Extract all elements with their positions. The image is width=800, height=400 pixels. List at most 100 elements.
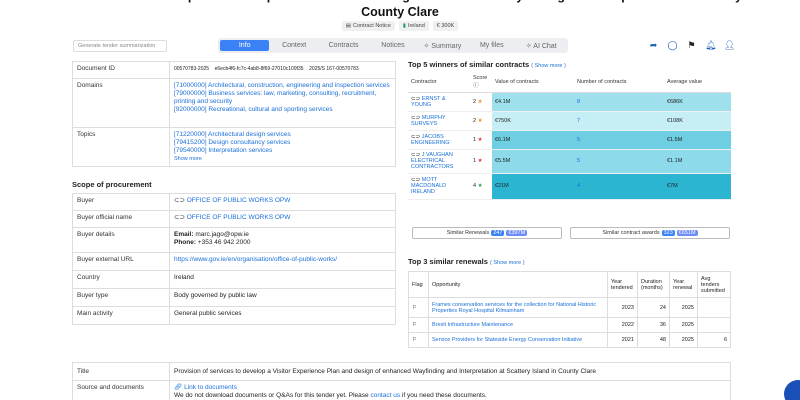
- score-value: 2: [473, 117, 477, 124]
- contact-us-link[interactable]: contact us: [370, 392, 400, 399]
- col-duration: Duration (months): [637, 271, 670, 298]
- winners-show-more[interactable]: ( Show more ): [531, 63, 566, 69]
- ai-icon: ✧: [525, 42, 532, 50]
- star-icon: ★: [477, 98, 483, 105]
- value-cell: €21M: [492, 173, 574, 200]
- table-row[interactable]: ⊂⊃ MURPHY SURVEYS 2 ★ €750K 7 €108K: [408, 111, 731, 131]
- topic-item[interactable]: [79540000] Interpretation services: [174, 147, 391, 155]
- avg-cell: €1.1M: [664, 149, 731, 174]
- table-row[interactable]: ⊂⊃ MOTT MACDONALD IRELAND 4 ★ €21M 4 €7M: [408, 173, 731, 200]
- flag-icon[interactable]: ⚐: [408, 317, 429, 333]
- opportunity-link[interactable]: Service Providers for Stateside Energy C…: [428, 332, 608, 348]
- domain-item[interactable]: [92000000] Recreational, cultural and sp…: [174, 106, 391, 114]
- tab-ai-chat[interactable]: ✧ AI Chat: [517, 40, 566, 52]
- phone-value: +353 46 942 2000: [197, 239, 251, 246]
- count-cell[interactable]: 5: [574, 130, 664, 150]
- country-value: Ireland: [169, 270, 396, 289]
- table-row: ⚐ Frames conservation services for the c…: [408, 297, 731, 318]
- generate-summary-button[interactable]: Generate tender summarization: [73, 40, 167, 52]
- table-row[interactable]: ⊂⊃ JACOBS ENGINEERING 1 ★ €6.1M 5 €1.5M: [408, 130, 731, 150]
- tab-notices[interactable]: Notices: [368, 40, 417, 51]
- tab-summary[interactable]: ✧ Summary: [418, 40, 467, 52]
- flag-icon[interactable]: ⚐: [408, 297, 429, 318]
- col-flag: Flag: [408, 271, 429, 298]
- buyer-official-link[interactable]: OFFICE OF PUBLIC WORKS OPW: [187, 214, 291, 221]
- col-avg: Average value: [664, 72, 731, 93]
- bottom-table: Title Provision of services to develop a…: [72, 362, 731, 400]
- title-label: Title: [72, 362, 170, 381]
- col-score: Score ⓘ: [470, 72, 492, 93]
- renewals-show-more[interactable]: ( Show more ): [490, 260, 525, 266]
- email-value: marc.jago@opw.ie: [195, 231, 249, 238]
- topic-item[interactable]: [79415200] Design consultancy services: [174, 139, 391, 147]
- tab-info[interactable]: Info: [220, 40, 270, 51]
- flag-icon[interactable]: ⚑: [686, 40, 697, 51]
- value-cell: €5.5M: [492, 149, 574, 174]
- activity-label: Main activity: [72, 306, 170, 325]
- opportunity-link[interactable]: Frames conservation services for the col…: [428, 297, 608, 318]
- buyer-official-cell: ⊂⊃ OFFICE OF PUBLIC WORKS OPW: [169, 210, 396, 228]
- col-opportunity: Opportunity: [428, 271, 608, 298]
- flag-icon: ▮: [402, 23, 406, 29]
- chat-bubble-button[interactable]: [784, 380, 800, 400]
- table-row: Country Ireland: [72, 270, 396, 289]
- col-avg-tenders: Avg tenders submitted: [697, 271, 731, 298]
- source-cell: 🔗︎ Link to documents We do not download …: [169, 380, 731, 400]
- share-icon[interactable]: ➦: [648, 40, 659, 51]
- table-row: ⚐ Service Providers for Stateside Energy…: [408, 332, 731, 348]
- doc-id-label: Document ID: [72, 61, 170, 79]
- email-label: Email:: [174, 231, 194, 238]
- show-more-link[interactable]: Show more: [174, 155, 391, 163]
- flag-icon[interactable]: ⚐: [408, 332, 429, 348]
- domain-item[interactable]: [71000000] Architectural, construction, …: [174, 82, 391, 90]
- doc-id-values: 00570783-2025 e6ecb4f6-fc7c-4ab8-8f69-27…: [169, 61, 396, 79]
- opportunity-link[interactable]: Brexit Infrastructure Maintenance: [428, 317, 608, 333]
- avg-cell: €108K: [664, 111, 731, 131]
- add-user-icon[interactable]: 👤︎: [724, 40, 735, 51]
- comment-icon[interactable]: ◯: [667, 40, 678, 51]
- buyer-link[interactable]: OFFICE OF PUBLIC WORKS OPW: [187, 197, 291, 204]
- tab-context[interactable]: Context: [269, 40, 318, 51]
- scope-heading: Scope of procurement: [72, 180, 152, 189]
- bell-icon[interactable]: 🔔︎: [705, 40, 716, 51]
- tab-my-files[interactable]: My files: [467, 40, 516, 51]
- phone-label: Phone:: [174, 239, 197, 246]
- country-chip: ▮ Ireland: [398, 21, 429, 31]
- count-cell[interactable]: 8: [574, 92, 664, 112]
- table-row[interactable]: ⊂⊃ J VAUGHAN ELECTRICAL CONTRACTORS 1 ★ …: [408, 149, 731, 174]
- star-icon: ★: [477, 158, 483, 164]
- domains-list: [71000000] Architectural, construction, …: [169, 78, 396, 128]
- similar-awards-button[interactable]: Similar contract awards 323 €651M: [570, 227, 730, 239]
- table-row: Title Provision of services to develop a…: [72, 362, 731, 381]
- star-icon: ★: [477, 117, 483, 124]
- tab-bar: Info Context Contracts Notices ✧ Summary…: [218, 38, 568, 53]
- document-icon: ▤: [345, 23, 351, 29]
- domain-item[interactable]: [79000000] Business services: law, marke…: [174, 90, 391, 106]
- table-row: Document ID 00570783-2025 e6ecb4f6-fc7c-…: [72, 61, 396, 79]
- table-row: ⚐ Brexit Infrastructure Maintenance 2022…: [408, 317, 731, 333]
- buyer-label: Buyer: [72, 193, 170, 211]
- avg-cell: €686K: [664, 92, 731, 112]
- page-title: Provision of services to develop a Visit…: [4, 0, 797, 19]
- buyer-type-value: Body governed by public law: [169, 288, 396, 307]
- documents-link[interactable]: Link to documents: [184, 384, 237, 391]
- url-label: Buyer external URL: [72, 252, 170, 271]
- table-row: Main activity General public services: [72, 306, 396, 325]
- buyer-type-label: Buyer type: [72, 288, 170, 307]
- col-value: Value of contracts: [492, 72, 574, 93]
- col-contractor: Contractor: [408, 72, 470, 93]
- buyer-url-link[interactable]: https://www.gov.ie/en/organisation/offic…: [169, 252, 396, 271]
- link-icon: 🔗︎: [174, 384, 183, 391]
- link-icon: ⊂⊃: [174, 214, 185, 221]
- topic-item[interactable]: [71220000] Architectural design services: [174, 131, 391, 139]
- count-cell[interactable]: 5: [574, 149, 664, 174]
- count-cell[interactable]: 4: [574, 173, 664, 200]
- tab-contracts[interactable]: Contracts: [319, 40, 368, 51]
- count-cell[interactable]: 7: [574, 111, 664, 131]
- table-row[interactable]: ⊂⊃ ERNST & YOUNG 2 ★ €4.1M 8 €686K: [408, 92, 731, 112]
- doc-ojs: 2025/S 167-00570783: [309, 66, 359, 72]
- col-year-renewal: Year renewal: [669, 271, 698, 298]
- notice-type-chip: ▤ Contract Notice: [341, 21, 395, 31]
- table-row: Buyer ⊂⊃ OFFICE OF PUBLIC WORKS OPW: [72, 193, 396, 211]
- similar-renewals-button[interactable]: Similar Renewals 247 €397M: [412, 227, 562, 239]
